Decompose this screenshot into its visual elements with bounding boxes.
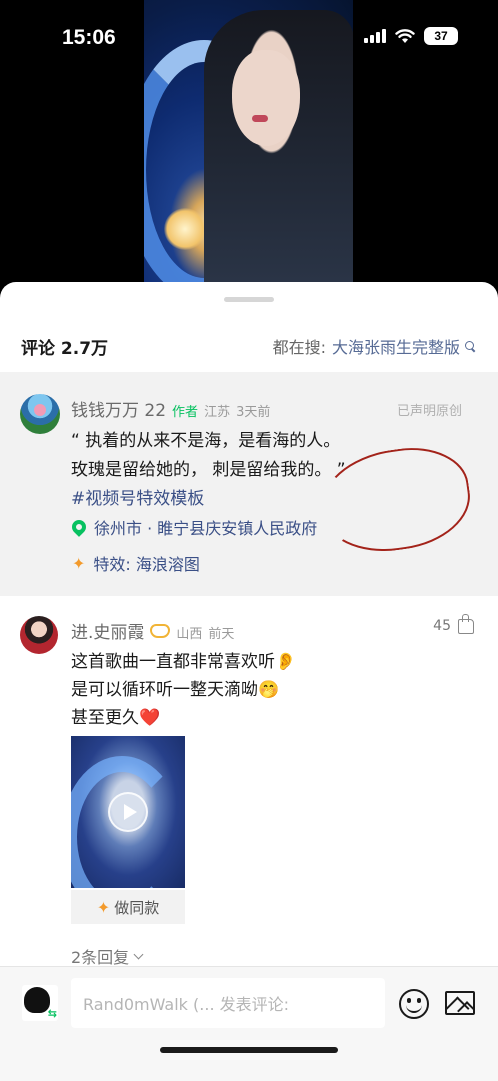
effect-link[interactable]: ✦ 特效: 海浪溶图 [72,551,200,575]
play-icon[interactable] [108,792,148,832]
effect-text: 特效: 海浪溶图 [93,555,200,574]
magic-wand-icon: ✦ [72,553,86,573]
author-name-line: 钱钱万万 22 作者 江苏 3天前 [71,396,270,421]
portrait-graphic [204,10,353,282]
ear-emoji: 👂 [275,652,297,672]
commenter-time: 前天 [208,627,235,642]
my-avatar[interactable]: ⇆ [22,985,58,1021]
search-term[interactable]: 大海张雨生完整版 [332,334,460,358]
thumbs-up-icon [458,613,474,634]
comment-input[interactable]: Rand0mWalk (... 发表评论: [71,978,385,1028]
comments-header: 评论 2.7万 都在搜: 大海张雨生完整版 [21,332,476,360]
drag-handle[interactable] [224,297,274,302]
author-time: 3天前 [236,405,271,420]
image-icon[interactable] [445,991,475,1015]
make-same-button[interactable]: ✦ 做同款 [71,890,185,924]
comment-input-bar: ⇆ Rand0mWalk (... 发表评论: [0,966,498,1081]
author-region: 江苏 [204,405,231,420]
author-tag: 作者 [172,405,199,420]
status-icons: 37 [364,27,458,45]
comment-line: 玫瑰是留给她的， 刺是留给我的。 ” [71,460,346,480]
replies-label: 2条回复 [71,948,130,967]
home-indicator [160,1047,338,1053]
location-link[interactable]: 徐州市 · 睢宁县庆安镇人民政府 [69,515,318,539]
smile-icon[interactable] [399,989,429,1019]
like-count: 45 [433,618,451,634]
search-suggestion[interactable]: 都在搜: 大海张雨生完整版 [273,334,476,358]
view-replies-button[interactable]: 2条回复 [71,944,144,968]
video-preview[interactable] [71,736,185,888]
magic-wand-icon: ✦ [96,897,111,917]
badge-icon [150,624,171,638]
search-prefix: 都在搜: [272,338,326,357]
hand-over-mouth-emoji: 🤭 [258,680,280,700]
author-comment[interactable]: 钱钱万万 22 作者 江苏 3天前 已声明原创 “ 执着的从来不是海，是看海的人… [0,372,498,596]
search-icon [465,340,476,352]
battery-icon: 37 [424,27,458,45]
author-comment-text: “ 执着的从来不是海，是看海的人。 玫瑰是留给她的， 刺是留给我的。 ” #视频… [71,427,346,514]
commenter-name-line: 进.史丽霞 山西 前天 [71,618,234,643]
status-time: 15:06 [62,26,116,49]
video-thumbnail[interactable] [144,0,353,282]
comment-line: 这首歌曲一直都非常喜欢听 [71,652,275,672]
author-name[interactable]: 钱钱万万 22 [71,396,166,421]
wifi-icon [395,28,415,43]
comment-line: 是可以循环听一整天滴呦 [71,680,258,700]
make-same-label: 做同款 [114,898,160,917]
like-button[interactable]: 45 [433,613,474,634]
comments-sheet: 评论 2.7万 都在搜: 大海张雨生完整版 钱钱万万 22 作者 江苏 3天前 … [0,282,498,1081]
hashtag-link[interactable]: #视频号特效模板 [71,485,346,514]
comment-text: 这首歌曲一直都非常喜欢听👂 是可以循环听一整天滴呦🤭 甚至更久❤️ [71,648,296,732]
chevron-down-icon [133,949,144,959]
avatar[interactable] [20,616,58,654]
original-declared: 已声明原创 [396,404,462,419]
moon-graphic [164,208,206,250]
commenter-name[interactable]: 进.史丽霞 [71,618,144,643]
video-area[interactable]: 15:06 37 [0,0,498,300]
commenter-region: 山西 [176,627,203,642]
location-pin-icon [69,517,89,537]
avatar[interactable] [20,394,60,434]
swap-icon: ⇆ [47,1007,57,1020]
location-text: 徐州市 · 睢宁县庆安镇人民政府 [94,519,318,538]
comment-line: 甚至更久 [71,708,139,728]
comment-count: 评论 2.7万 [21,338,109,359]
signal-icon [364,29,386,43]
heart-emoji: ❤️ [139,708,161,728]
comment-line: “ 执着的从来不是海，是看海的人。 [71,431,341,451]
